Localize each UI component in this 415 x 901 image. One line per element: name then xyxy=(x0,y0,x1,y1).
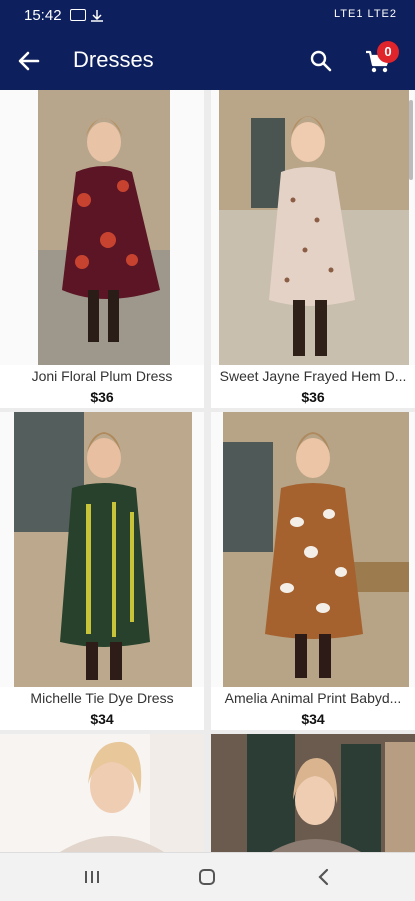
scrollbar[interactable] xyxy=(409,100,413,180)
status-bar: 15:42 LTE1 LTE2 xyxy=(0,0,415,30)
network-indicator: LTE1 LTE2 xyxy=(333,8,397,20)
product-card[interactable]: Sweet Jayne Frayed Hem D... $36 xyxy=(211,90,415,408)
home-icon[interactable] xyxy=(195,865,219,889)
product-card[interactable] xyxy=(211,734,415,852)
product-card[interactable]: Amelia Animal Print Babyd... $34 xyxy=(211,412,415,730)
product-name[interactable]: Amelia Animal Print Babyd... xyxy=(217,690,409,706)
product-grid: Joni Floral Plum Dress $36 Sweet Jayne F… xyxy=(0,90,415,852)
search-icon[interactable] xyxy=(308,48,334,74)
recents-icon[interactable] xyxy=(80,865,104,889)
product-name[interactable]: Joni Floral Plum Dress xyxy=(6,368,198,384)
page-title: Dresses xyxy=(73,47,154,72)
product-image[interactable] xyxy=(211,90,415,365)
product-image[interactable] xyxy=(0,734,204,852)
product-card[interactable]: Joni Floral Plum Dress $36 xyxy=(0,90,204,408)
system-nav-bar xyxy=(0,852,415,901)
product-image[interactable] xyxy=(0,90,204,365)
status-time: 15:42 xyxy=(24,7,62,24)
cart-count-badge: 0 xyxy=(377,41,399,63)
download-icon xyxy=(90,9,104,22)
back-arrow-icon[interactable] xyxy=(14,46,44,76)
product-name[interactable]: Michelle Tie Dye Dress xyxy=(6,690,198,706)
back-nav-icon[interactable] xyxy=(312,865,336,889)
product-card[interactable]: Michelle Tie Dye Dress $34 xyxy=(0,412,204,730)
product-card[interactable] xyxy=(0,734,204,852)
product-price: $34 xyxy=(90,711,114,727)
product-image[interactable] xyxy=(0,412,204,687)
youtube-icon xyxy=(70,9,86,21)
app-bar: Dresses xyxy=(0,30,415,90)
product-price: $36 xyxy=(90,389,114,405)
product-image[interactable] xyxy=(211,734,415,852)
product-price: $34 xyxy=(301,711,325,727)
product-price: $36 xyxy=(301,389,325,405)
product-image[interactable] xyxy=(211,412,415,687)
product-name[interactable]: Sweet Jayne Frayed Hem D... xyxy=(217,368,409,384)
